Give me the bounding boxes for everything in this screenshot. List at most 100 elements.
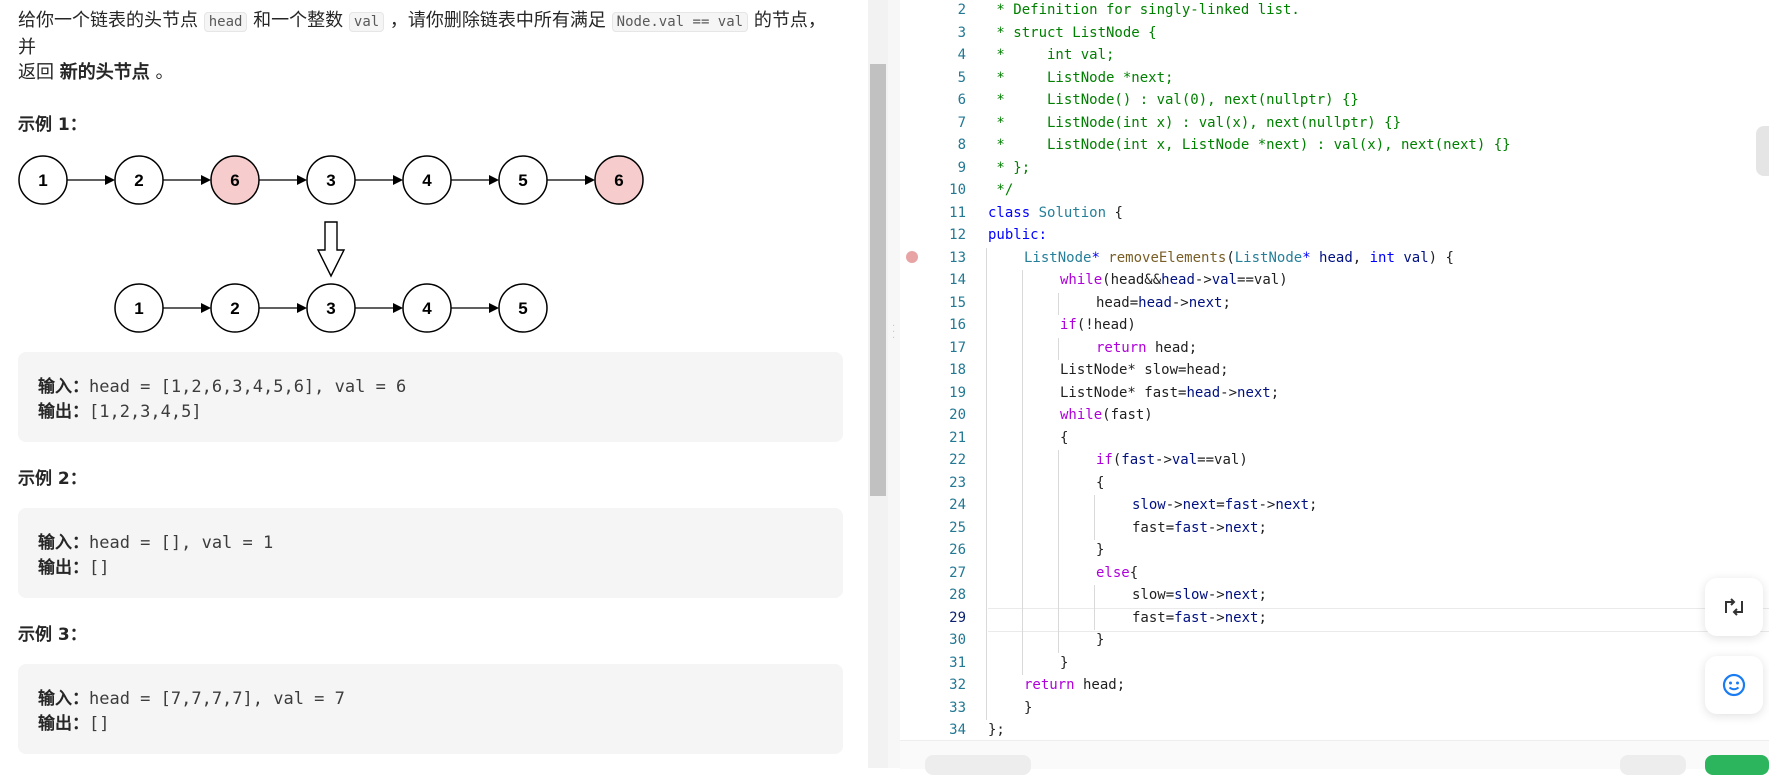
code-line[interactable]: }	[1024, 700, 1032, 716]
code-line[interactable]: fast=fast->next;	[1132, 520, 1267, 536]
bottom-tab[interactable]	[925, 755, 1031, 775]
code-line[interactable]: return head;	[1096, 340, 1197, 356]
line-number: 20	[949, 407, 966, 423]
code-line[interactable]: * Definition for singly-linked list.	[988, 2, 1299, 18]
line-number: 31	[949, 654, 966, 671]
arrow-head	[585, 175, 595, 185]
arrow-head	[201, 303, 211, 313]
code-line[interactable]: return head;	[1024, 677, 1125, 693]
code-line[interactable]: else{	[1096, 565, 1138, 581]
code-line[interactable]: }	[1096, 542, 1104, 558]
indent-guide	[986, 292, 987, 315]
indent-guide	[986, 562, 987, 585]
reset-code-button[interactable]	[1705, 578, 1763, 636]
panel-resize-handle[interactable]	[888, 0, 900, 768]
code-line[interactable]: * struct ListNode {	[988, 24, 1157, 41]
submit-button[interactable]	[1705, 755, 1769, 775]
list-node-result-label: 2	[230, 299, 239, 318]
code-line[interactable]: while(head&&head->val==val)	[1060, 272, 1288, 288]
code-line[interactable]: while(fast)	[1060, 407, 1153, 423]
code-line[interactable]: if(fast->val==val)	[1096, 452, 1248, 468]
code-line[interactable]: * ListNode(int x, ListNode *next) : val(…	[988, 137, 1510, 153]
code-line[interactable]: */	[988, 182, 1013, 198]
example-1-box: 输入：head = [1,2,6,3,4,5,6], val = 6 输出：[1…	[18, 352, 843, 442]
arrow-head	[201, 175, 211, 185]
indent-guide	[986, 652, 987, 675]
code-token: return	[1024, 677, 1075, 693]
code-line[interactable]: };	[988, 722, 1005, 738]
line-number: 23	[949, 474, 966, 491]
arrow-head	[489, 303, 499, 313]
indent-guide	[986, 585, 987, 608]
list-node-original-label: 3	[326, 171, 335, 190]
run-button[interactable]	[1620, 755, 1686, 775]
code-editor[interactable]: 2 3 4 5 6 7 8 9 10 11 12 13 14 15 16 17 18 19 20 21 22 23 24 25…	[900, 0, 1769, 768]
code-line[interactable]: public:	[988, 227, 1047, 243]
problem-description-panel: 给你一个链表的头节点 head 和一个整数 val ，请你删除链表中所有满足 N…	[0, 0, 868, 768]
code-line[interactable]: head=head->next;	[1096, 295, 1231, 311]
list-node-result-label: 3	[326, 299, 335, 318]
code-line[interactable]: * int val;	[988, 47, 1114, 63]
code-token: {	[1129, 564, 1139, 581]
line-number: 4	[957, 47, 966, 63]
side-panel-tab[interactable]	[1756, 126, 1769, 176]
example-3-box: 输入：head = [7,7,7,7], val = 7 输出：[]	[18, 664, 843, 754]
code-token: * struct ListNode {	[988, 24, 1157, 41]
arrow-head	[297, 303, 307, 313]
indent-guide	[1022, 337, 1023, 360]
code-token: */	[988, 182, 1014, 198]
line-number: 12	[949, 227, 966, 243]
chat-assistant-button[interactable]	[1705, 656, 1763, 714]
line-number: 34	[949, 722, 966, 738]
code-token: ==val)	[1197, 452, 1248, 468]
description-scrollbar-thumb[interactable]	[870, 64, 886, 496]
code-token: }	[1096, 542, 1105, 558]
code-line[interactable]: slow=slow->next;	[1132, 587, 1267, 603]
code-token: slow	[1174, 587, 1208, 603]
code-line[interactable]: * ListNode(int x) : val(x), next(nullptr…	[988, 115, 1401, 131]
code-token: };	[988, 722, 1005, 738]
code-token: head	[1186, 384, 1221, 401]
line-number: 27	[949, 564, 966, 581]
code-token: * ListNode() : val(0), next(nullptr) {}	[988, 92, 1359, 108]
statement-bold: 新的头节点	[59, 62, 150, 83]
line-number: 30	[949, 632, 966, 648]
line-number: 16	[949, 317, 966, 333]
code-token: while	[1060, 272, 1103, 288]
code-line[interactable]: ListNode* removeElements(ListNode* head,…	[1024, 250, 1454, 266]
indent-guide	[1058, 450, 1059, 473]
code-token: }	[1024, 699, 1033, 716]
code-token: fast=	[1132, 609, 1175, 626]
list-node-original-label: 6	[614, 171, 623, 190]
line-number: 29	[949, 609, 966, 626]
chat-assistant-icon	[1722, 673, 1746, 697]
line-number: 22	[949, 452, 966, 468]
code-line[interactable]: * };	[988, 160, 1030, 176]
code-line[interactable]: ListNode* slow=head;	[1060, 362, 1229, 378]
code-line[interactable]: }	[1060, 655, 1068, 671]
line-number: 26	[949, 542, 966, 558]
arrow-head	[105, 175, 115, 185]
code-line[interactable]: slow->next=fast->next;	[1132, 497, 1317, 513]
code-token: next	[1237, 384, 1271, 401]
code-line[interactable]: ListNode* fast=head->next;	[1060, 385, 1279, 401]
indent-guide	[1022, 360, 1023, 383]
line-number: 17	[949, 339, 966, 356]
code-token: =	[1216, 497, 1225, 513]
output-value: []	[89, 714, 110, 734]
indent-guide	[1058, 585, 1059, 608]
code-line[interactable]: if(!head)	[1060, 317, 1136, 333]
problem-statement: 给你一个链表的头节点 head 和一个整数 val ，请你删除链表中所有满足 N…	[18, 8, 838, 85]
code-line[interactable]: {	[1096, 475, 1104, 491]
input-label: 输入：	[38, 377, 89, 397]
code-line[interactable]: fast=fast->next;	[1132, 610, 1267, 626]
code-line[interactable]: {	[1060, 430, 1068, 446]
indent-guide	[986, 495, 987, 518]
code-line[interactable]: * ListNode *next;	[988, 70, 1173, 86]
code-token: head	[1138, 294, 1172, 311]
code-token: while	[1060, 407, 1103, 423]
code-line[interactable]: * ListNode() : val(0), next(nullptr) {}	[988, 92, 1359, 108]
indent-guide	[986, 697, 987, 720]
code-line[interactable]: }	[1096, 632, 1104, 648]
code-line[interactable]: class Solution {	[988, 205, 1123, 221]
